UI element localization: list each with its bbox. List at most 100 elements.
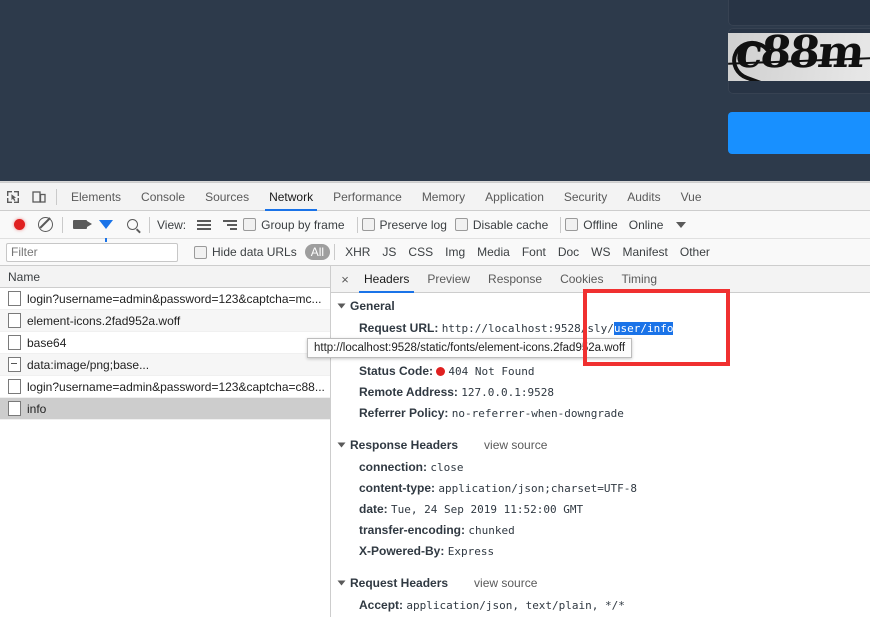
tab-security[interactable]: Security <box>554 184 617 210</box>
type-filter-js[interactable]: JS <box>376 244 402 260</box>
group-by-frame-box[interactable] <box>243 218 257 231</box>
tab-response[interactable]: Response <box>479 267 551 292</box>
type-filter-doc[interactable]: Doc <box>552 244 585 260</box>
tabbar-separator <box>56 188 57 205</box>
filter-icon[interactable] <box>93 212 119 242</box>
record-button[interactable] <box>6 212 32 238</box>
network-control-toolbar: View: Group by frame Preserve log Disabl… <box>0 211 870 242</box>
camera-icon[interactable] <box>67 212 93 238</box>
request-name: login?username=admin&password=123&captch… <box>27 379 325 394</box>
screenshot-root: c88m Elements Console Sources Network Pe… <box>0 0 870 617</box>
request-view-source-link[interactable]: view source <box>474 576 537 590</box>
request-name: data:image/png;base... <box>27 357 150 372</box>
section-response-headers-label: Response Headers <box>350 438 459 452</box>
section-general[interactable]: General <box>331 292 870 318</box>
request-url-selection[interactable]: user/info <box>613 322 674 335</box>
table-row[interactable]: login?username=admin&password=123&captch… <box>0 376 330 398</box>
type-filter-img[interactable]: Img <box>439 244 471 260</box>
tab-console[interactable]: Console <box>131 184 195 210</box>
type-filter-xhr[interactable]: XHR <box>339 244 376 260</box>
tab-network[interactable]: Network <box>259 184 323 211</box>
preserve-log-label: Preserve log <box>379 217 447 232</box>
offline-checkbox[interactable]: Offline <box>565 218 618 232</box>
preserve-log-checkbox[interactable]: Preserve log <box>361 217 447 232</box>
type-filter-manifest[interactable]: Manifest <box>617 244 674 260</box>
type-filter-font[interactable]: Font <box>516 244 552 260</box>
captcha-field[interactable]: c88m <box>728 28 870 94</box>
disable-cache-checkbox[interactable]: Disable cache <box>454 217 549 232</box>
tab-headers[interactable]: Headers <box>355 267 418 293</box>
section-request-headers-label: Request Headers <box>350 576 449 590</box>
type-filter-media[interactable]: Media <box>471 244 516 260</box>
ctl-separator-2 <box>149 216 150 233</box>
request-name: base64 <box>27 335 67 350</box>
tab-elements[interactable]: Elements <box>61 184 131 210</box>
type-filter-ws[interactable]: WS <box>585 244 616 260</box>
device-toolbar-icon[interactable] <box>26 184 52 210</box>
group-by-frame-checkbox[interactable]: Group by frame <box>243 218 345 232</box>
table-row[interactable]: base64 <box>0 332 330 354</box>
clear-button[interactable] <box>32 212 58 238</box>
disable-cache-box[interactable] <box>454 218 468 231</box>
referrer-policy-line: Referrer Policy: no-referrer-when-downgr… <box>331 403 870 424</box>
table-row[interactable]: data:image/png;base... <box>0 354 330 376</box>
tree-view-icon[interactable] <box>217 212 243 238</box>
throttling-chevron-down-icon[interactable] <box>668 212 694 238</box>
detail-tabbar: × Headers Preview Response Cookies Timin… <box>331 266 870 293</box>
remote-address-key: Remote Address: <box>359 385 458 399</box>
chevron-down-icon[interactable] <box>337 442 346 448</box>
tab-timing[interactable]: Timing <box>612 267 666 292</box>
header-key: content-type: <box>359 481 435 495</box>
table-row[interactable]: element-icons.2fad952a.woff <box>0 310 330 332</box>
response-view-source-link[interactable]: view source <box>484 438 547 452</box>
section-request-headers[interactable]: Request Headers view source <box>331 562 870 595</box>
tab-preview[interactable]: Preview <box>418 267 479 292</box>
tab-application[interactable]: Application <box>475 184 554 210</box>
table-row-selected[interactable]: info <box>0 398 330 420</box>
login-field-top[interactable] <box>728 0 870 26</box>
filter-input[interactable] <box>6 242 178 262</box>
network-body: Name login?username=admin&password=123&c… <box>0 266 870 617</box>
tab-sources[interactable]: Sources <box>195 184 259 210</box>
list-view-icon[interactable] <box>191 212 217 238</box>
ctl-separator-4 <box>560 216 562 233</box>
header-value: Express <box>447 545 495 558</box>
disable-cache-label: Disable cache <box>472 217 549 232</box>
remote-address-line: Remote Address: 127.0.0.1:9528 <box>331 382 870 403</box>
search-icon[interactable] <box>119 212 145 238</box>
close-icon[interactable]: × <box>335 268 355 290</box>
tab-vue[interactable]: Vue <box>671 184 712 210</box>
view-label: View: <box>157 217 187 232</box>
type-filter-other[interactable]: Other <box>674 244 716 260</box>
chevron-down-icon[interactable] <box>337 580 346 586</box>
type-filter-css[interactable]: CSS <box>402 244 439 260</box>
hide-data-urls-checkbox[interactable]: Hide data URLs <box>194 245 297 259</box>
response-header-item: transfer-encoding: chunked <box>331 520 870 541</box>
request-list-column-header[interactable]: Name <box>0 266 330 288</box>
devtools-tabbar: Elements Console Sources Network Perform… <box>0 183 870 211</box>
chevron-down-icon[interactable] <box>337 303 346 309</box>
hide-data-urls-box[interactable] <box>194 245 207 259</box>
table-row[interactable]: login?username=admin&password=123&captch… <box>0 288 330 310</box>
header-key: X-Powered-By: <box>359 544 445 558</box>
header-key: date: <box>359 502 388 516</box>
type-filter-all[interactable]: All <box>304 244 331 260</box>
tab-cookies[interactable]: Cookies <box>551 267 612 292</box>
section-response-headers[interactable]: Response Headers view source <box>331 424 870 457</box>
header-value: close <box>430 461 464 474</box>
status-code-value: 404 Not Found <box>448 365 535 378</box>
file-icon <box>8 401 21 416</box>
captcha-image[interactable]: c88m <box>728 33 870 81</box>
response-header-item: date: Tue, 24 Sep 2019 11:52:00 GMT <box>331 499 870 520</box>
login-button[interactable] <box>728 112 870 154</box>
devtools-panel: Elements Console Sources Network Perform… <box>0 182 870 617</box>
header-key: Accept: <box>359 598 404 612</box>
preserve-log-box[interactable] <box>361 218 375 231</box>
offline-box[interactable] <box>565 218 579 231</box>
inspect-element-icon[interactable] <box>0 184 26 210</box>
tab-performance[interactable]: Performance <box>323 184 412 210</box>
tab-memory[interactable]: Memory <box>412 184 475 210</box>
throttling-value[interactable]: Online <box>629 218 664 232</box>
ctl-separator-1 <box>62 216 63 233</box>
tab-audits[interactable]: Audits <box>617 184 670 210</box>
